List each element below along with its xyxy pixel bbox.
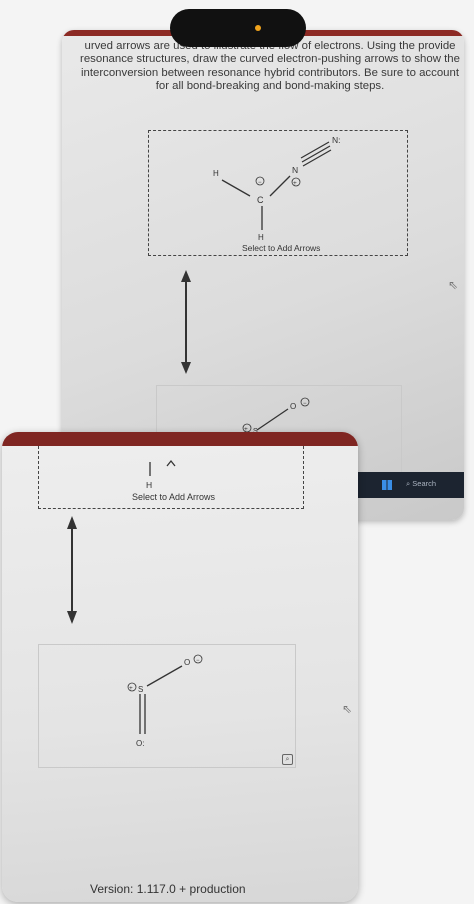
select-arrows-caption[interactable]: Select to Add Arrows (132, 492, 215, 502)
windows-icon[interactable] (382, 480, 392, 490)
mouse-cursor-icon: ⇖ (342, 702, 353, 716)
camera-indicator-dot (255, 25, 261, 31)
magnifier-icon[interactable]: ⌕ (282, 754, 293, 765)
atom-h: H (146, 480, 152, 490)
taskbar-search-label: Search (412, 479, 437, 488)
atom-n2: N: (332, 135, 341, 145)
taskbar: ⌕ Search (352, 472, 464, 498)
svg-text:−: − (258, 180, 262, 186)
camera-notch (170, 9, 306, 47)
version-label: Version: 1.117.0 + production (90, 882, 246, 896)
atom-h-bottom: H (258, 233, 264, 242)
mouse-cursor-icon: ⇖ (447, 278, 458, 292)
lower-screen-photo: H + S O − O: Select to Add Arrows ⌕ ⇖ Ve… (2, 432, 358, 902)
atom-c: C (257, 195, 264, 205)
atom-n1: N (292, 165, 298, 175)
select-arrows-caption[interactable]: Select to Add Arrows (242, 243, 320, 253)
svg-text:+: + (293, 180, 297, 187)
taskbar-search[interactable]: ⌕ Search (406, 479, 436, 489)
atom-h-left: H (213, 169, 219, 178)
structure-panel[interactable] (38, 644, 296, 768)
